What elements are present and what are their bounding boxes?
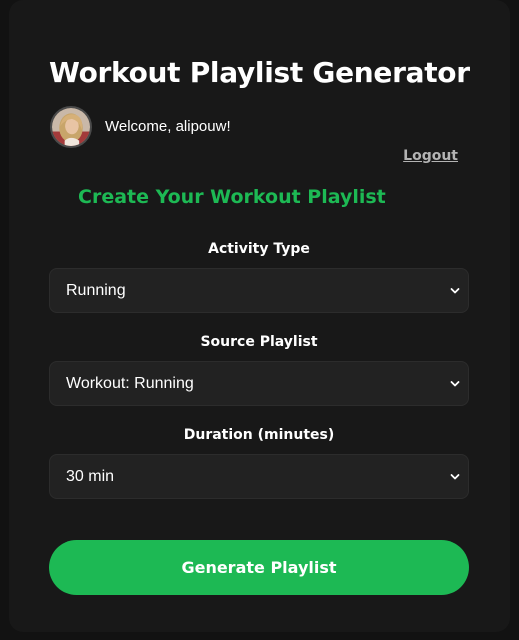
activity-type-select[interactable]: Running <box>49 268 469 313</box>
source-playlist-select[interactable]: Workout: Running <box>49 361 469 406</box>
chevron-down-icon <box>450 288 460 294</box>
generate-playlist-button[interactable]: Generate Playlist <box>49 540 469 595</box>
section-title: Create Your Workout Playlist <box>78 186 386 208</box>
logout-link[interactable]: Logout <box>403 148 458 164</box>
avatar-photo-icon <box>52 108 90 146</box>
source-playlist-value: Workout: Running <box>66 375 194 392</box>
activity-type-value: Running <box>66 282 126 299</box>
chevron-down-icon <box>450 381 460 387</box>
playlist-generator-card: Workout Playlist Generator Welcome, alip… <box>9 0 510 632</box>
duration-value: 30 min <box>66 468 115 485</box>
welcome-message: Welcome, alipouw! <box>105 118 231 135</box>
user-avatar <box>50 106 92 148</box>
activity-type-label: Activity Type <box>208 241 310 257</box>
source-playlist-label: Source Playlist <box>200 334 318 350</box>
duration-label: Duration (minutes) <box>183 427 335 443</box>
chevron-down-icon <box>450 474 460 480</box>
duration-select[interactable]: 30 min <box>49 454 469 499</box>
app-title: Workout Playlist Generator <box>49 56 470 89</box>
